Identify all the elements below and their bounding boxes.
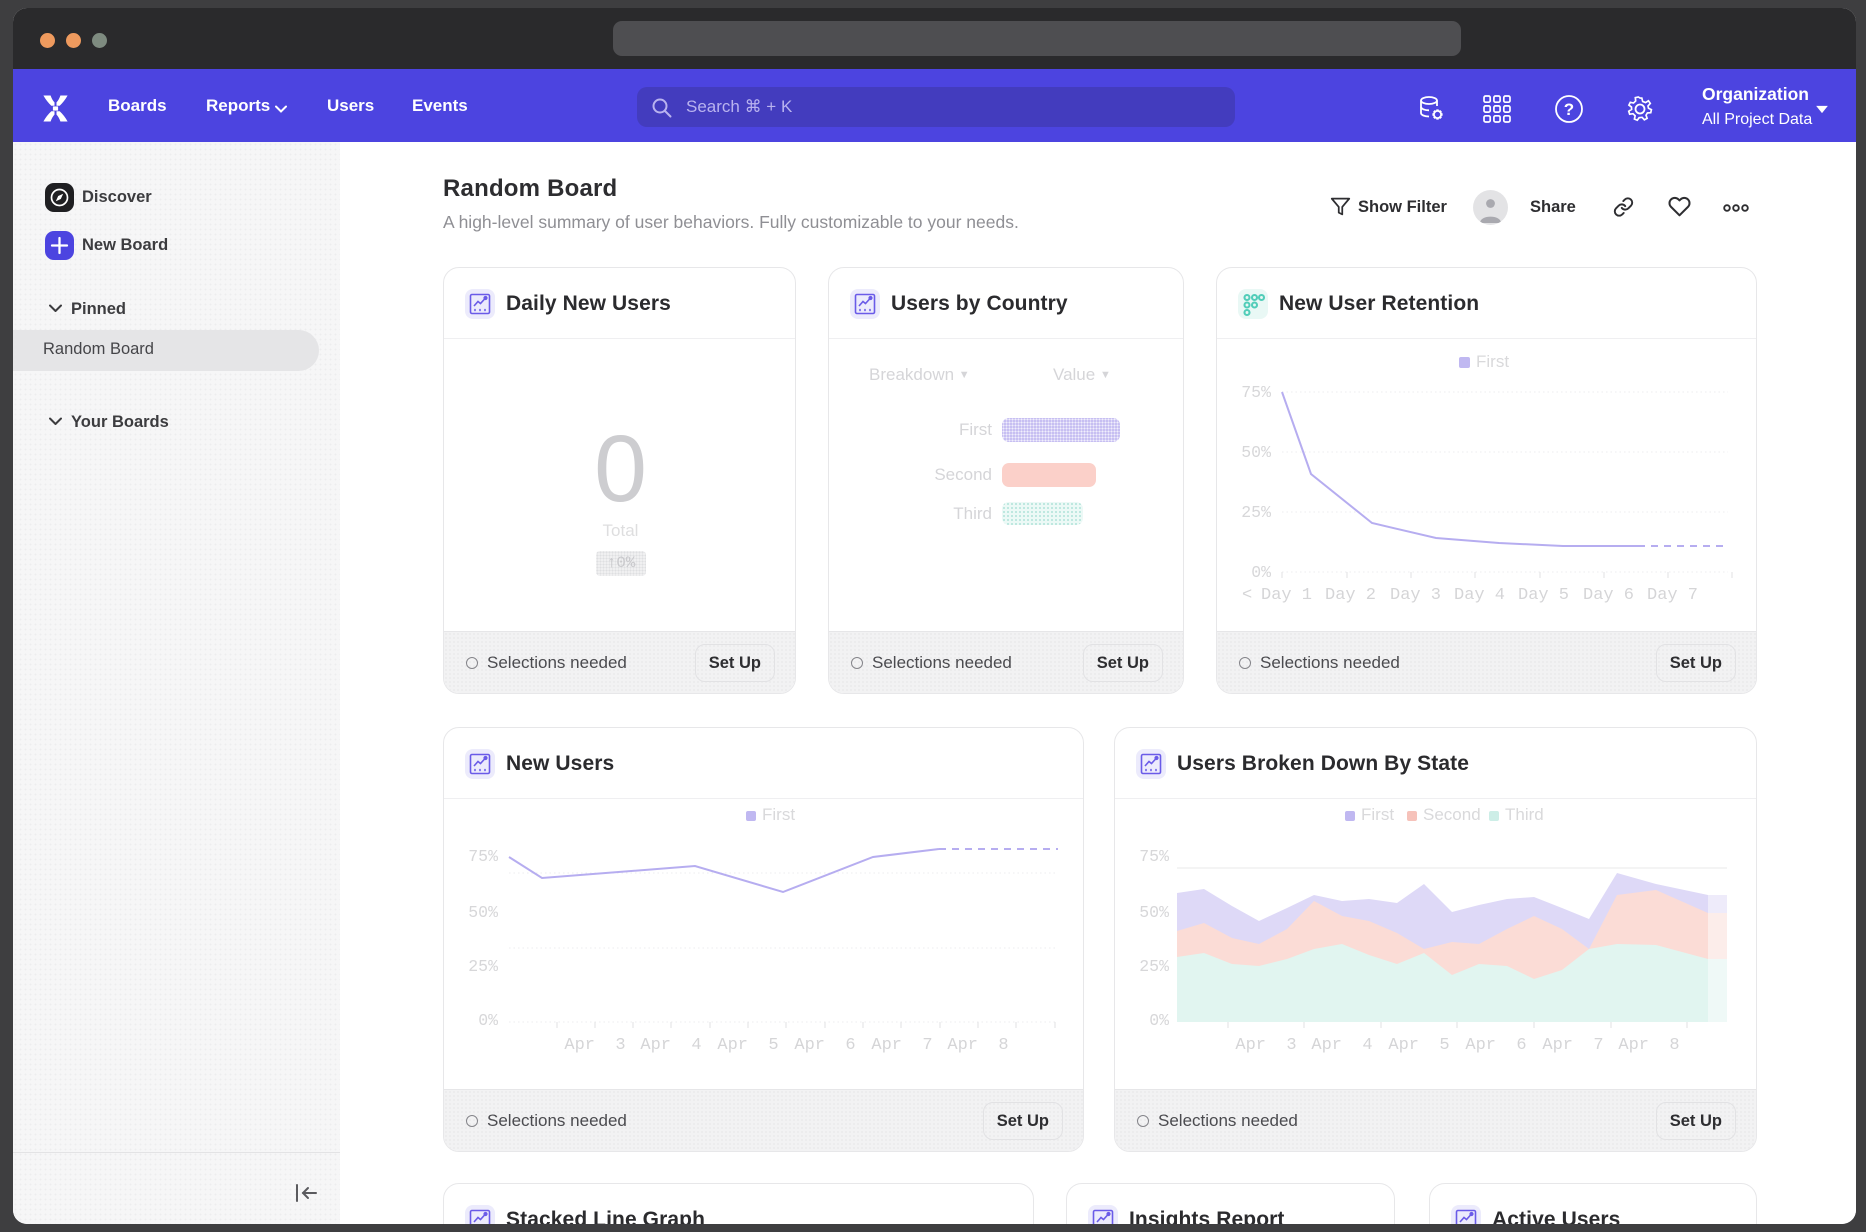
svg-text:25%: 25% — [1139, 957, 1169, 976]
svg-text:Day 7: Day 7 — [1647, 586, 1698, 605]
svg-text:Day 4: Day 4 — [1454, 586, 1505, 605]
svg-text:?: ? — [1564, 100, 1574, 119]
svg-text:0%: 0% — [478, 1011, 498, 1030]
svg-text:0%: 0% — [1251, 563, 1271, 582]
svg-text:Apr 4: Apr 4 — [1311, 1036, 1372, 1055]
svg-text:Apr 4: Apr 4 — [640, 1036, 701, 1055]
svg-text:25%: 25% — [468, 957, 498, 976]
svg-text:75%: 75% — [1139, 847, 1169, 866]
svg-text:Day 5: Day 5 — [1518, 586, 1569, 605]
svg-text:0%: 0% — [1149, 1011, 1169, 1030]
svg-text:First: First — [762, 805, 795, 824]
svg-text:Apr 6: Apr 6 — [794, 1036, 855, 1055]
svg-text:Day 1: Day 1 — [1261, 586, 1312, 605]
svg-text:<: < — [1242, 586, 1252, 605]
svg-text:Day 6: Day 6 — [1583, 586, 1634, 605]
svg-text:Day 3: Day 3 — [1390, 586, 1441, 605]
svg-text:Apr 3: Apr 3 — [1235, 1036, 1296, 1055]
svg-text:Second: Second — [1423, 805, 1481, 824]
svg-text:Day 2: Day 2 — [1325, 586, 1376, 605]
svg-text:First: First — [1476, 352, 1509, 371]
svg-text:Apr 8: Apr 8 — [947, 1036, 1008, 1055]
svg-text:75%: 75% — [1241, 383, 1271, 402]
svg-text:Apr 7: Apr 7 — [871, 1036, 932, 1055]
svg-text:75%: 75% — [468, 847, 498, 866]
svg-text:Apr 8: Apr 8 — [1618, 1036, 1679, 1055]
svg-text:50%: 50% — [1241, 443, 1271, 462]
svg-text:Apr 5: Apr 5 — [717, 1036, 778, 1055]
svg-text:Apr 5: Apr 5 — [1388, 1036, 1449, 1055]
svg-text:50%: 50% — [468, 903, 498, 922]
svg-text:Third: Third — [1505, 805, 1544, 824]
svg-text:Apr 6: Apr 6 — [1465, 1036, 1526, 1055]
svg-text:25%: 25% — [1241, 503, 1271, 522]
svg-text:50%: 50% — [1139, 903, 1169, 922]
svg-text:Apr 7: Apr 7 — [1542, 1036, 1603, 1055]
svg-text:Apr 3: Apr 3 — [564, 1036, 625, 1055]
svg-text:First: First — [1361, 805, 1394, 824]
